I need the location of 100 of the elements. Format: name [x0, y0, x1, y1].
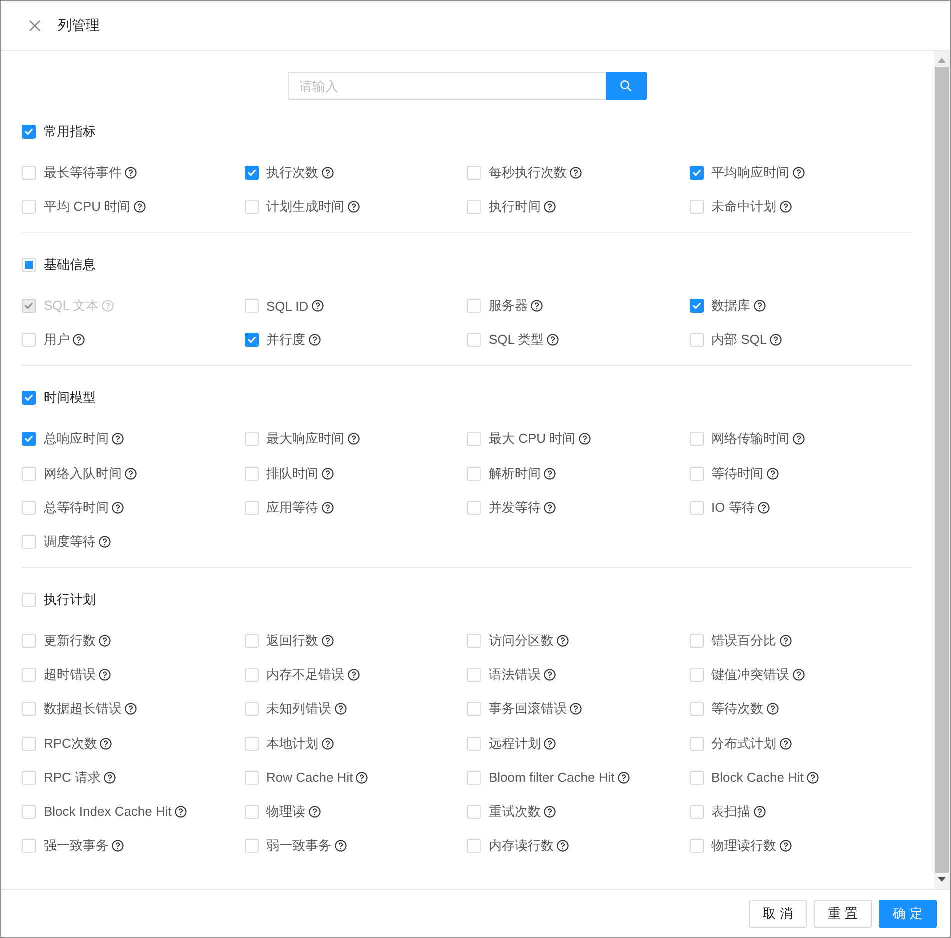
dialog-title: 列管理: [58, 16, 100, 34]
help-icon: [780, 634, 792, 647]
group-label: 执行计划: [44, 590, 96, 609]
help-icon: [348, 669, 360, 682]
checkbox[interactable]: [22, 125, 36, 139]
help-icon: [348, 201, 360, 214]
help-icon: [334, 840, 346, 852]
scroll-up-icon[interactable]: [938, 58, 946, 63]
scroll-down-icon[interactable]: [938, 877, 946, 882]
help-icon: [618, 772, 630, 784]
checkbox[interactable]: [690, 166, 704, 180]
help-icon: [112, 433, 124, 446]
column-label: 数据超长错误: [44, 700, 122, 718]
column-label: SQL 类型: [489, 331, 544, 350]
group-label: 时间模型: [44, 389, 96, 408]
help-icon: [99, 634, 111, 647]
column-label: 错误百分比: [712, 632, 776, 650]
column-label: 键值冲突错误: [712, 666, 790, 684]
column-label: Bloom filter Cache Hit: [489, 770, 615, 786]
help-icon: [99, 669, 111, 682]
column-label: 未命中计划: [712, 198, 776, 216]
tick-icon: [25, 436, 33, 442]
column-label: 等待时间: [712, 464, 764, 483]
help-icon: [792, 669, 804, 682]
column-label: 每秒执行次数: [489, 164, 567, 182]
help-icon: [99, 536, 111, 548]
column-label: 等待次数: [712, 700, 764, 718]
checkbox[interactable]: [244, 333, 258, 348]
column-label: 排队时间: [266, 464, 318, 483]
help-icon: [758, 502, 770, 514]
column-label: 计划生成时间: [266, 198, 344, 216]
checkbox[interactable]: [244, 166, 258, 180]
column-label: 网络入队时间: [44, 464, 122, 483]
help-icon: [322, 468, 334, 480]
column-label: SQL ID: [266, 298, 309, 314]
checkbox[interactable]: [22, 391, 36, 406]
column-label: 总响应时间: [44, 430, 109, 448]
tick-icon: [248, 337, 256, 344]
column-label: 最长等待事件: [44, 164, 122, 182]
help-icon: [348, 433, 360, 446]
column-label: 最大 CPU 时间: [489, 430, 576, 448]
column-label: 执行时间: [489, 198, 541, 216]
tick-icon: [25, 303, 33, 310]
column-label: 应用等待: [266, 498, 318, 517]
column-label: 执行次数: [266, 164, 318, 182]
column-label: RPC次数: [44, 734, 98, 752]
help-icon: [308, 806, 320, 818]
column-label: 强一致事务: [44, 837, 109, 856]
column-label: 并行度: [266, 331, 306, 350]
search-field[interactable]: 请输入: [288, 72, 606, 100]
help-icon: [766, 468, 778, 480]
help-icon: [125, 167, 137, 179]
column-label: 远程计划: [489, 734, 541, 752]
search-button[interactable]: [606, 72, 646, 100]
column-label: 语法错误: [489, 666, 541, 684]
column-label: 超时错误: [44, 666, 96, 684]
help-icon: [792, 167, 804, 179]
column-label: 事务回滚错误: [489, 700, 567, 718]
help-icon: [334, 703, 346, 716]
help-icon: [544, 806, 556, 818]
help-icon: [312, 300, 324, 312]
help-icon: [531, 300, 543, 312]
footer-button[interactable]: 取消: [749, 900, 807, 928]
column-label: 调度等待: [44, 532, 96, 551]
help-icon: [102, 300, 114, 312]
tick-icon: [25, 129, 33, 135]
column-label: 平均响应时间: [712, 164, 790, 182]
column-label: 内存不足错误: [266, 666, 344, 684]
column-label: 访问分区数: [489, 632, 554, 650]
help-icon: [544, 502, 556, 514]
close-icon[interactable]: [29, 20, 41, 32]
checkbox[interactable]: [22, 432, 36, 446]
help-icon: [766, 703, 778, 716]
help-icon: [547, 334, 560, 346]
help-icon: [356, 772, 368, 784]
search-icon: [620, 80, 632, 92]
scrollbar-thumb[interactable]: [935, 67, 949, 873]
help-icon: [780, 738, 792, 750]
column-label: 物理读: [266, 802, 306, 821]
group-label: 常用指标: [44, 123, 96, 141]
help-icon: [544, 201, 556, 214]
help-icon: [578, 433, 591, 446]
tick-icon: [692, 170, 700, 176]
column-label: 服务器: [489, 297, 528, 316]
help-icon: [322, 634, 334, 647]
column-label: 用户: [44, 331, 70, 350]
help-icon: [557, 840, 569, 852]
column-label: SQL 文本: [44, 297, 100, 316]
column-label: 更新行数: [44, 632, 96, 650]
help-icon: [770, 334, 782, 346]
checkbox[interactable]: [690, 299, 704, 314]
help-icon: [322, 167, 334, 179]
column-label: 数据库: [712, 297, 750, 316]
help-icon: [780, 840, 792, 852]
help-icon: [570, 703, 582, 716]
tick-icon: [25, 395, 33, 402]
column-label: IO 等待: [712, 498, 755, 517]
column-label: 内部 SQL: [712, 331, 768, 350]
footer-button[interactable]: 重置: [814, 900, 872, 928]
help-icon: [100, 738, 112, 750]
